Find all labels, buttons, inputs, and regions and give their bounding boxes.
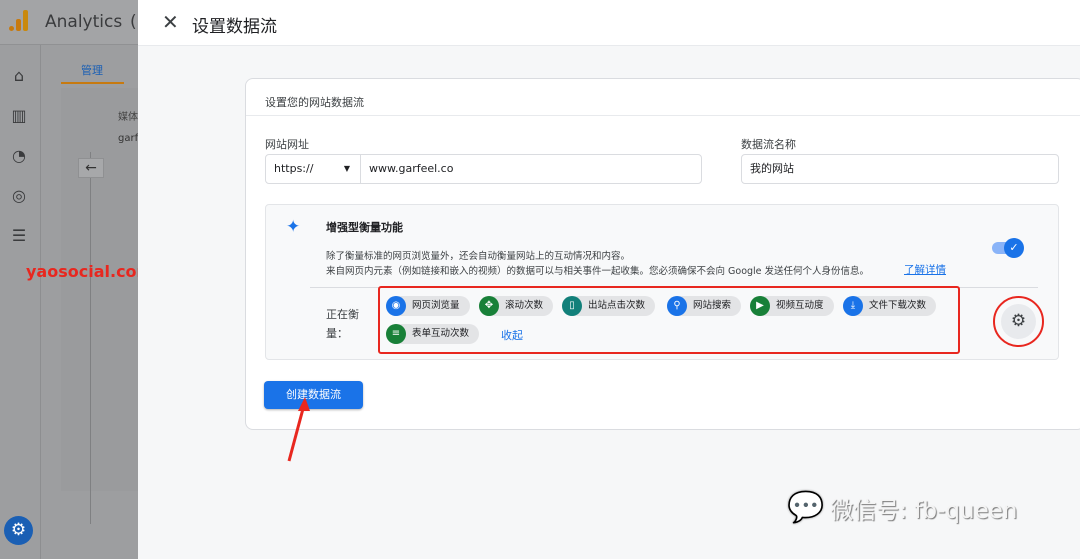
wechat-watermark: 💬 微信号: fb-queen — [787, 490, 1017, 525]
top-bar: Analytics ( — [0, 0, 138, 45]
app-title: Analytics — [45, 12, 123, 32]
chip-video-engagement[interactable]: ▶ 视频互动度 — [750, 296, 834, 316]
chip-page-views[interactable]: ◉ 网页浏览量 — [386, 296, 470, 316]
chip-label: 文件下载次数 — [869, 300, 927, 311]
url-value: www.garfeel.co — [369, 162, 454, 175]
tab-admin[interactable]: 管理 — [81, 62, 103, 78]
chip-file-downloads[interactable]: ⤓ 文件下载次数 — [843, 296, 937, 316]
tab-underline — [61, 82, 124, 84]
yaosocial-watermark: yaosocial.com — [26, 262, 154, 281]
chip-label: 视频互动度 — [776, 300, 824, 311]
protocol-select[interactable]: https:// ▼ — [265, 154, 361, 184]
nav-rail-divider — [40, 45, 41, 559]
dropdown-icon: ▼ — [343, 164, 350, 173]
url-input[interactable]: www.garfeel.co — [360, 154, 702, 184]
eye-icon: ◉ — [386, 296, 406, 316]
list-icon[interactable]: ☰ — [10, 227, 28, 245]
chip-outbound-clicks[interactable]: ▯ 出站点击次数 — [562, 296, 656, 316]
admin-gear-button[interactable]: ⚙ — [4, 516, 33, 545]
back-button[interactable]: ← — [78, 158, 104, 178]
close-icon[interactable]: ✕ — [162, 10, 179, 34]
gear-icon: ⚙ — [1010, 311, 1027, 331]
stream-name-input[interactable]: 我的网站 — [741, 154, 1059, 184]
analytics-logo — [9, 10, 29, 32]
enhanced-desc-2: 来自网页内元素（例如链接和嵌入的视频）的数据可以与相关事件一起收集。您必须确保不… — [326, 266, 870, 277]
wechat-id: 微信号: fb-queen — [830, 497, 1018, 524]
collapse-link[interactable]: 收起 — [501, 327, 523, 343]
protocol-value: https:// — [274, 162, 314, 175]
dialog-header: ✕ 设置数据流 — [138, 0, 1080, 46]
form-icon: ≡ — [386, 324, 406, 344]
play-icon: ▶ — [750, 296, 770, 316]
download-icon: ⤓ — [843, 296, 863, 316]
sparkle-icon: ✦ — [286, 217, 301, 237]
card-title: 设置您的网站数据流 — [265, 96, 364, 109]
url-label: 网站网址 — [265, 138, 309, 151]
settings-button[interactable]: ⚙ — [1001, 304, 1036, 339]
reports-icon[interactable]: ▥ — [10, 107, 28, 125]
wechat-icon: 💬 — [787, 490, 825, 525]
search-icon: ⚲ — [667, 296, 687, 316]
chip-form-interactions[interactable]: ≡ 表单互动次数 — [386, 324, 480, 344]
advertising-icon[interactable]: ◎ — [10, 187, 28, 205]
measuring-label-2: 量： — [326, 327, 348, 340]
measuring-label: 正在衡 — [326, 308, 359, 321]
stream-name-label: 数据流名称 — [741, 138, 796, 151]
chip-label: 出站点击次数 — [588, 300, 646, 311]
learn-more-link[interactable]: 了解详情 — [904, 262, 946, 277]
chip-label: 表单互动次数 — [412, 328, 470, 339]
property-label: 媒体 — [118, 112, 138, 123]
admin-panel — [61, 88, 138, 491]
chip-label: 网页浏览量 — [412, 300, 460, 311]
divider — [246, 115, 1080, 116]
app-title-suffix: ( — [130, 12, 137, 32]
chip-scrolls[interactable]: ✥ 滚动次数 — [479, 296, 554, 316]
enhanced-desc-1: 除了衡量标准的网页浏览量外，还会自动衡量网站上的互动情况和内容。 — [326, 251, 631, 262]
mouse-icon: ▯ — [562, 296, 582, 316]
arrow-left-icon: ← — [85, 160, 97, 176]
chip-site-search[interactable]: ⚲ 网站搜索 — [667, 296, 742, 316]
chip-label: 网站搜索 — [693, 300, 732, 311]
annotation-arrow — [287, 397, 310, 462]
stream-name-value: 我的网站 — [750, 162, 794, 175]
gear-icon: ⚙ — [10, 520, 27, 540]
dialog-title: 设置数据流 — [192, 17, 277, 37]
chip-label: 滚动次数 — [505, 300, 544, 311]
collapse-panel-line — [90, 152, 91, 524]
scroll-icon: ✥ — [479, 296, 499, 316]
enhanced-toggle[interactable]: ✓ — [992, 238, 1024, 258]
check-icon: ✓ — [1004, 238, 1024, 258]
explore-icon[interactable]: ◔ — [10, 147, 28, 165]
home-icon[interactable]: ⌂ — [10, 67, 28, 85]
enhanced-title: 增强型衡量功能 — [326, 221, 403, 234]
